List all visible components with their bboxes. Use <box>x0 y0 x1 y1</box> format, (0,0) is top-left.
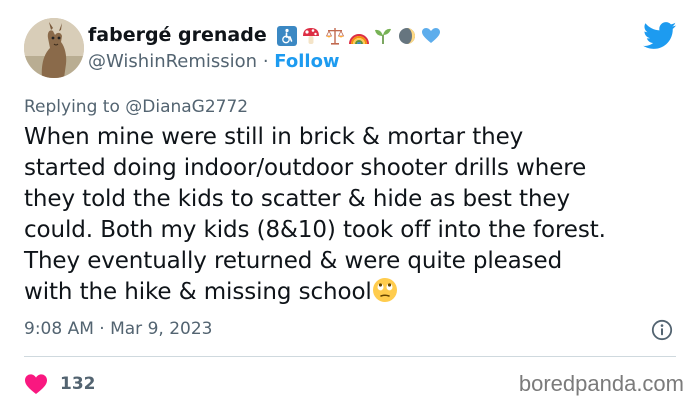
tweet-text: When mine were still in brick & mortar t… <box>24 122 694 308</box>
rainbow-icon <box>348 25 370 47</box>
handle-row: @WishinRemission · Follow <box>88 51 340 72</box>
tweet-line: with the hike & missing school <box>24 279 372 305</box>
follow-button[interactable]: Follow <box>274 51 339 72</box>
watermark: boredpanda.com <box>518 371 684 396</box>
handle-separator: · <box>262 51 269 72</box>
tweet-line-last: with the hike & missing school <box>24 277 694 308</box>
moon-icon <box>396 25 418 47</box>
wheelchair-icon <box>276 25 298 47</box>
avatar[interactable] <box>24 18 84 78</box>
reply-handle[interactable]: @DianaG2772 <box>125 97 248 117</box>
tweet-line: could. Both my kids (8&10) took off into… <box>24 217 606 243</box>
rolling-eyes-emoji-icon <box>372 277 398 303</box>
info-icon[interactable] <box>651 319 673 341</box>
tweet-line: They eventually returned & were quite pl… <box>24 248 563 274</box>
heart-icon[interactable] <box>24 373 48 395</box>
reply-context: Replying to @DianaG2772 <box>24 97 248 117</box>
tweet-card: fabergé grenade @WishinRemission · Follo… <box>0 0 700 410</box>
tweet-line: started doing indoor/outdoor shooter dri… <box>24 155 587 181</box>
reply-prefix: Replying to <box>24 97 120 117</box>
like-row: 132 <box>24 372 96 396</box>
scales-icon <box>324 25 346 47</box>
blue-heart-icon <box>420 25 442 47</box>
like-count: 132 <box>60 374 96 394</box>
mushroom-icon <box>300 25 322 47</box>
tweet-line: they told the kids to scatter & hide as … <box>24 186 570 212</box>
seedling-icon <box>372 25 394 47</box>
tweet-line: When mine were still in brick & mortar t… <box>24 124 524 150</box>
display-name[interactable]: fabergé grenade <box>88 24 267 46</box>
twitter-bird-icon[interactable] <box>643 22 677 50</box>
name-emoji-row <box>276 24 442 48</box>
divider <box>24 356 676 357</box>
tweet-timestamp[interactable]: 9:08 AM · Mar 9, 2023 <box>24 319 212 339</box>
author-handle[interactable]: @WishinRemission <box>88 51 257 72</box>
